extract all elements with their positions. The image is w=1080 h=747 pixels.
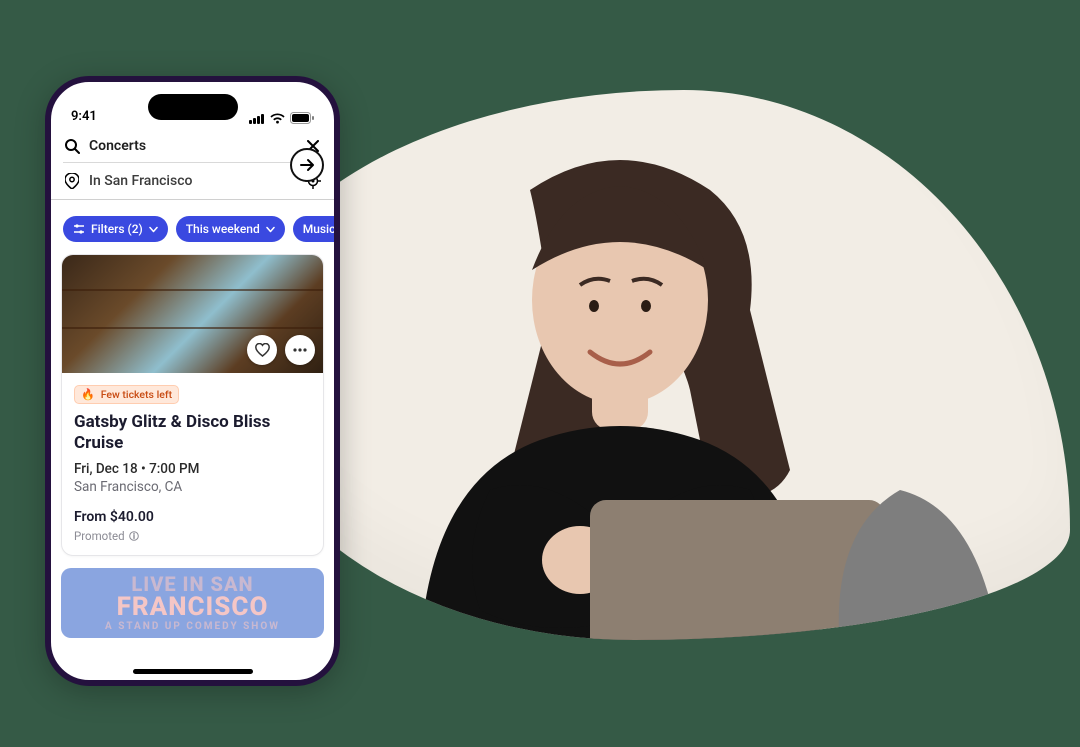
- dynamic-island: [148, 94, 238, 120]
- filter-chip-category[interactable]: Music: [293, 216, 334, 242]
- location-pin-icon: [63, 172, 81, 190]
- phone-mockup: 9:41 Concerts: [45, 76, 340, 686]
- app-screen: 9:41 Concerts: [51, 82, 334, 680]
- arrow-right-icon: [299, 157, 315, 173]
- search-query-text: Concerts: [89, 138, 296, 154]
- banner-line-2: FRANCISCO: [117, 594, 269, 620]
- person-illustration: [280, 130, 1000, 640]
- chevron-down-icon: [266, 225, 275, 234]
- event-list[interactable]: 🔥 Few tickets left Gatsby Glitz & Disco …: [51, 254, 334, 680]
- chevron-down-icon: [149, 225, 158, 234]
- search-separator: [63, 162, 322, 163]
- event-card[interactable]: 🔥 Few tickets left Gatsby Glitz & Disco …: [61, 254, 324, 556]
- wifi-icon: [270, 113, 285, 124]
- filters-button-label: Filters (2): [91, 222, 143, 236]
- scarcity-badge: 🔥 Few tickets left: [74, 385, 179, 404]
- filter-chip-category-label: Music: [303, 222, 334, 236]
- search-location-text: In San Francisco: [89, 173, 296, 189]
- search-icon: [63, 137, 81, 155]
- search-bottom-divider: [51, 199, 334, 200]
- filters-button[interactable]: Filters (2): [63, 216, 168, 242]
- filter-chip-row[interactable]: Filters (2) This weekend Music: [51, 206, 334, 254]
- search-query-row[interactable]: Concerts: [63, 132, 322, 160]
- promoted-text: Promoted: [74, 529, 125, 543]
- info-icon: [129, 531, 139, 541]
- filter-chip-date[interactable]: This weekend: [176, 216, 285, 242]
- filter-chip-date-label: This weekend: [186, 222, 260, 236]
- battery-icon: [290, 112, 314, 124]
- scarcity-badge-text: Few tickets left: [101, 388, 172, 401]
- heart-icon: [255, 343, 270, 357]
- banner-line-1: LIVE IN SAN: [131, 574, 253, 594]
- hero-photo-blob: [230, 90, 1070, 640]
- canvas-background: 9:41 Concerts: [0, 0, 1080, 747]
- more-horizontal-icon: [293, 348, 307, 352]
- event-card-actions: [247, 335, 315, 365]
- event-image: [62, 255, 323, 373]
- promoted-label: Promoted: [74, 529, 311, 543]
- event-card-peek[interactable]: LIVE IN SAN FRANCISCO A STAND UP COMEDY …: [61, 568, 324, 638]
- event-datetime: Fri, Dec 18 • 7:00 PM: [74, 461, 311, 477]
- status-indicators: [249, 112, 314, 124]
- event-card-body: 🔥 Few tickets left Gatsby Glitz & Disco …: [62, 373, 323, 555]
- status-time: 9:41: [71, 109, 97, 124]
- more-options-button[interactable]: [285, 335, 315, 365]
- event-location: San Francisco, CA: [74, 479, 311, 495]
- favorite-button[interactable]: [247, 335, 277, 365]
- search-submit-button[interactable]: [290, 148, 324, 182]
- search-location-row[interactable]: In San Francisco: [63, 167, 322, 195]
- sliders-icon: [73, 223, 85, 235]
- event-title: Gatsby Glitz & Disco Bliss Cruise: [74, 412, 311, 455]
- search-area: Concerts In San Francisco: [51, 126, 334, 206]
- flame-icon: 🔥: [81, 389, 95, 400]
- home-indicator: [133, 669, 253, 674]
- event-price: From $40.00: [74, 509, 311, 525]
- cellular-icon: [249, 113, 265, 124]
- banner-line-3: A STAND UP COMEDY SHOW: [105, 622, 280, 632]
